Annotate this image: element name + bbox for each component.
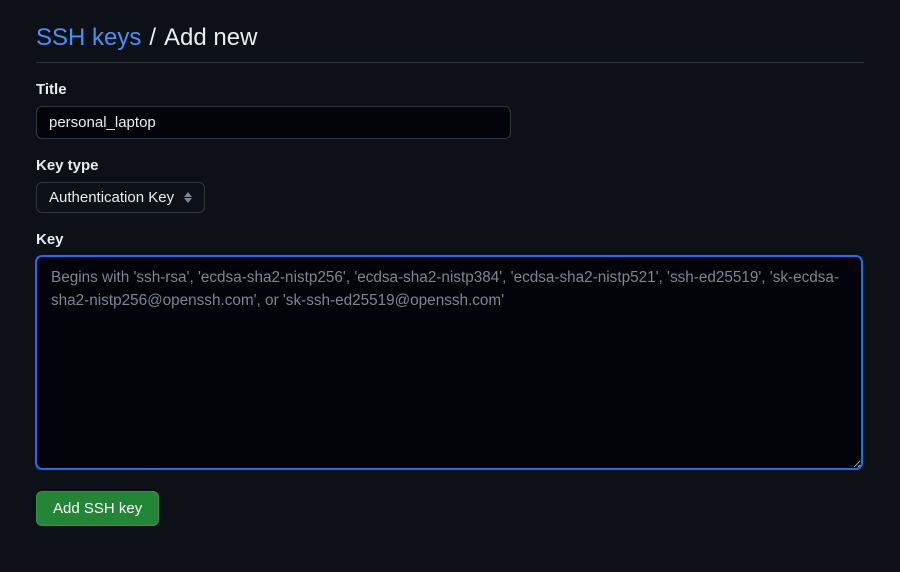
ssh-keys-link[interactable]: SSH keys [36, 24, 141, 52]
breadcrumb: SSH keys / Add new [36, 24, 864, 63]
title-label: Title [36, 81, 864, 98]
add-ssh-key-button[interactable]: Add SSH key [36, 491, 159, 526]
key-type-select[interactable]: Authentication Key [36, 182, 205, 213]
key-field-group: Key [36, 231, 864, 473]
breadcrumb-separator: / [149, 24, 156, 52]
key-type-label: Key type [36, 157, 864, 174]
title-input[interactable] [36, 106, 511, 139]
page-title: Add new [164, 24, 257, 52]
key-type-field-group: Key type Authentication Key [36, 157, 864, 213]
key-textarea[interactable] [36, 256, 862, 469]
title-field-group: Title [36, 81, 864, 139]
updown-icon [184, 192, 192, 203]
key-type-selected-value: Authentication Key [49, 189, 174, 206]
key-label: Key [36, 231, 864, 248]
